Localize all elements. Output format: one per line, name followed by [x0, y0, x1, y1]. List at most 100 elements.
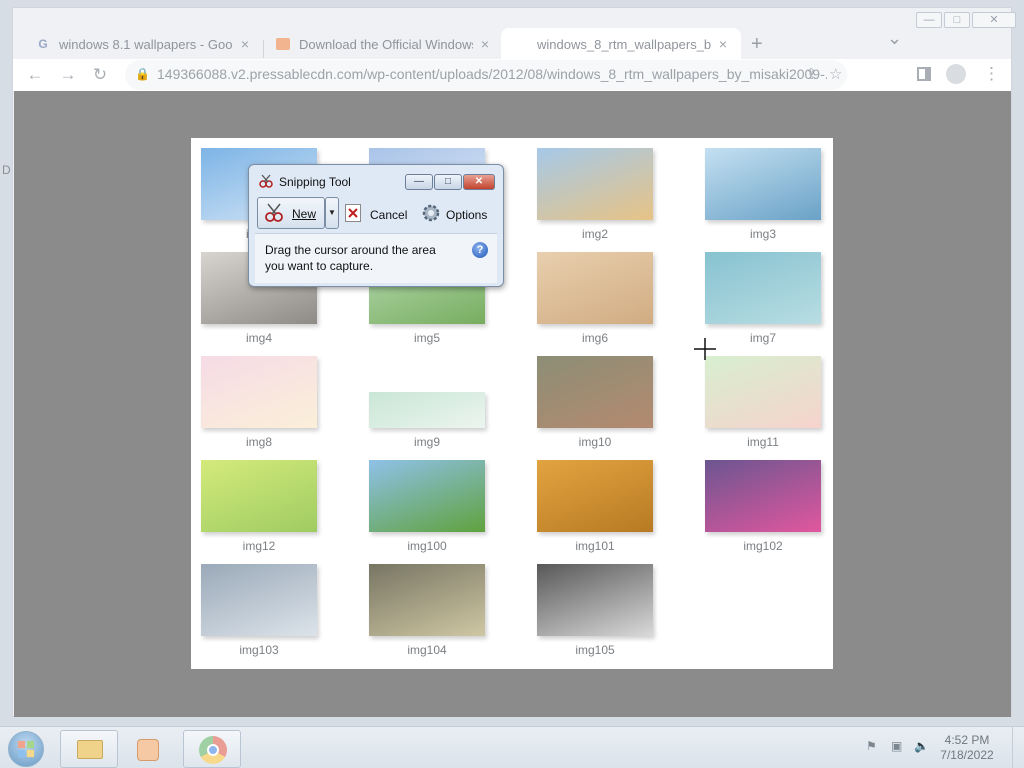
new-snip-button[interactable]: New: [257, 197, 325, 229]
crosshair-cursor-icon: [694, 338, 716, 360]
new-dropdown-chevron-icon[interactable]: ▼: [325, 197, 339, 229]
wallpaper-caption: img9: [413, 435, 440, 449]
wallpaper-caption: img2: [581, 227, 608, 241]
forward-arrow-icon[interactable]: →: [56, 63, 80, 87]
page-viewport: img0img1img2img3img4img5img6img7img8img9…: [14, 91, 1011, 717]
wallpaper-caption: img7: [749, 331, 776, 345]
action-center-icon[interactable]: ⚑: [866, 739, 877, 753]
clock[interactable]: 4:52 PM 7/18/2022: [932, 733, 1002, 763]
address-bar[interactable]: 🔒 149366088.v2.pressablecdn.com/wp-conte…: [125, 60, 847, 90]
snip-minimize-button[interactable]: —: [405, 174, 433, 190]
site-icon: [275, 36, 291, 52]
wallpaper-caption: img102: [743, 539, 783, 553]
snip-close-button[interactable]: ✕: [463, 174, 495, 190]
tab-close-icon[interactable]: ×: [477, 36, 493, 52]
wallpaper-caption: img12: [242, 539, 276, 553]
start-button[interactable]: [8, 731, 44, 767]
wallpaper-caption: img5: [413, 331, 440, 345]
url-text: 149366088.v2.pressablecdn.com/wp-content…: [157, 66, 827, 82]
google-icon: G: [38, 37, 48, 51]
wallpaper-thumbnail[interactable]: [705, 252, 821, 324]
tab-wallpapers[interactable]: windows_8_rtm_wallpapers_by_m ×: [501, 28, 741, 60]
wallpaper-thumbnail[interactable]: [537, 460, 653, 532]
snip-maximize-button[interactable]: □: [434, 174, 462, 190]
cancel-label: Cancel: [370, 208, 408, 222]
menu-icon[interactable]: ⋮: [983, 64, 1000, 84]
wallpaper-thumbnail[interactable]: [537, 252, 653, 324]
gear-icon: [422, 204, 440, 222]
wallpaper-thumbnail[interactable]: [705, 148, 821, 220]
new-label: New: [292, 207, 317, 221]
wallpaper-caption: img6: [581, 331, 608, 345]
wallpaper-caption: img101: [575, 539, 615, 553]
options-button[interactable]: Options: [421, 199, 497, 227]
taskbar: ⚑ ▣ 🔈 4:52 PM 7/18/2022: [0, 726, 1024, 768]
options-label: Options: [446, 208, 488, 222]
wallpaper-thumbnail[interactable]: [201, 460, 317, 532]
wallpaper-thumbnail[interactable]: [705, 460, 821, 532]
cancel-button[interactable]: Cancel: [345, 199, 417, 227]
folder-icon: [77, 740, 103, 759]
wallpaper-thumbnail[interactable]: [537, 356, 653, 428]
snipping-tool-window: Snipping Tool — □ ✕ New ▼ Cancel Options…: [248, 164, 504, 287]
profile-avatar-icon[interactable]: [946, 64, 966, 84]
clock-date: 7/18/2022: [940, 748, 994, 762]
snip-toolbar: New ▼ Cancel Options: [255, 195, 497, 233]
wallpaper-caption: img10: [578, 435, 612, 449]
reload-icon[interactable]: ↻: [88, 63, 112, 87]
tab-title: windows_8_rtm_wallpapers_by_m: [537, 36, 711, 52]
wallpaper-thumbnail[interactable]: [369, 392, 485, 428]
wallpaper-caption: img105: [575, 643, 615, 657]
new-tab-button[interactable]: +: [751, 33, 763, 56]
wallpaper-thumbnail[interactable]: [201, 564, 317, 636]
network-icon[interactable]: ▣: [891, 739, 902, 753]
tab-download-windows[interactable]: Download the Official Windows 8 ×: [265, 28, 503, 60]
media-player-icon: [137, 739, 159, 761]
share-icon[interactable]: ⇪: [805, 65, 818, 83]
help-icon[interactable]: ?: [472, 242, 488, 258]
wallpaper-thumbnail[interactable]: [705, 356, 821, 428]
wallpaper-caption: img100: [407, 539, 447, 553]
wallpaper-caption: img4: [245, 331, 272, 345]
tab-close-icon[interactable]: ×: [237, 36, 253, 52]
clock-time: 4:52 PM: [944, 733, 990, 747]
lock-icon: 🔒: [135, 67, 150, 81]
taskbar-media-player-button[interactable]: [120, 730, 178, 768]
new-snip-scissors-icon: [265, 203, 283, 222]
desktop-edge-letter: D: [2, 163, 11, 177]
wallpaper-thumbnail[interactable]: [537, 148, 653, 220]
wallpaper-caption: img103: [239, 643, 279, 657]
wallpaper-caption: img11: [747, 435, 779, 449]
snip-title: Snipping Tool: [279, 175, 351, 189]
snip-window-controls: — □ ✕: [405, 174, 495, 190]
tab-title: Download the Official Windows 8: [299, 36, 473, 52]
taskbar-chrome-button[interactable]: [183, 730, 241, 768]
windows-logo-icon: [17, 740, 35, 758]
toolbar: ← → ↻ 🔒 149366088.v2.pressablecdn.com/wp…: [13, 59, 1011, 91]
browser-window: — □ ✕ G windows 8.1 wallpapers - Google …: [12, 7, 1016, 717]
tab-title: windows 8.1 wallpapers - Google: [59, 36, 233, 52]
cancel-icon: [345, 204, 361, 222]
wallpaper-thumbnail[interactable]: [201, 356, 317, 428]
tab-strip: G windows 8.1 wallpapers - Google × Down…: [13, 20, 1011, 60]
snip-instructions: Drag the cursor around the area you want…: [265, 243, 436, 273]
wallpaper-thumbnail[interactable]: [369, 460, 485, 532]
tab-close-icon[interactable]: ×: [715, 36, 731, 52]
wallpaper-caption: img8: [245, 435, 272, 449]
tab-search-chevron-icon[interactable]: ⌄: [887, 28, 902, 49]
taskbar-explorer-button[interactable]: [60, 730, 118, 768]
side-panel-icon[interactable]: [917, 67, 931, 81]
tab-google-search[interactable]: G windows 8.1 wallpapers - Google ×: [25, 28, 263, 60]
snip-message-area: Drag the cursor around the area you want…: [255, 233, 497, 283]
show-desktop-button[interactable]: [1012, 727, 1024, 768]
volume-icon[interactable]: 🔈: [914, 739, 929, 753]
scissors-icon: [259, 174, 273, 188]
wallpaper-caption: img3: [749, 227, 776, 241]
wallpaper-caption: img104: [407, 643, 447, 657]
tab-divider: [263, 40, 264, 58]
back-arrow-icon[interactable]: ←: [23, 63, 47, 87]
wallpaper-thumbnail[interactable]: [369, 564, 485, 636]
wallpaper-thumbnail[interactable]: [537, 564, 653, 636]
bookmark-star-icon[interactable]: ☆: [829, 65, 842, 83]
chrome-icon: [199, 736, 227, 764]
